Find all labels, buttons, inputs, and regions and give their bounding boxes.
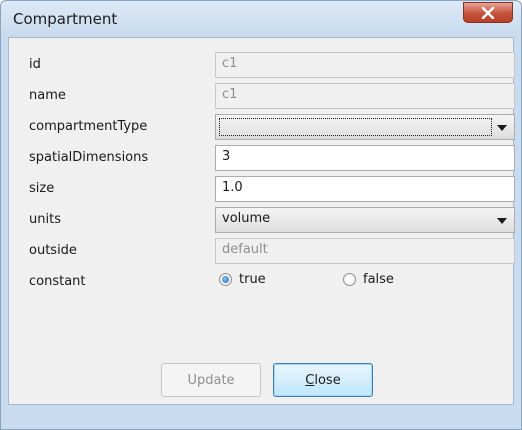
focus-rectangle bbox=[219, 118, 492, 136]
size-field[interactable]: 1.0 bbox=[215, 176, 515, 202]
size-label: size bbox=[29, 181, 55, 196]
name-field: c1 bbox=[215, 83, 515, 109]
close-mnemonic: C bbox=[305, 372, 315, 388]
outside-row: outside default bbox=[29, 238, 515, 264]
outside-label: outside bbox=[29, 243, 77, 258]
window-title: Compartment bbox=[13, 10, 118, 28]
compartment-dialog: Compartment id c1 name c1 compartmentTyp… bbox=[0, 0, 522, 430]
spatial-dimensions-field[interactable]: 3 bbox=[215, 145, 515, 171]
id-label: id bbox=[29, 57, 41, 72]
constant-false-label: false bbox=[363, 272, 394, 287]
chevron-down-icon bbox=[497, 125, 507, 131]
title-bar: Compartment bbox=[1, 1, 521, 37]
id-field: c1 bbox=[215, 52, 515, 78]
constant-true-label: true bbox=[239, 272, 266, 287]
radio-unselected-icon bbox=[343, 273, 356, 286]
dialog-content: id c1 name c1 compartmentType spatialDim… bbox=[8, 37, 515, 405]
constant-row: constant true false bbox=[29, 269, 505, 295]
close-button[interactable]: Close bbox=[273, 363, 373, 397]
units-value: volume bbox=[222, 211, 271, 226]
close-label-rest: lose bbox=[314, 372, 341, 388]
spatial-dimensions-row: spatialDimensions 3 bbox=[29, 145, 515, 171]
spatial-dimensions-label: spatialDimensions bbox=[29, 150, 149, 165]
constant-true-radio[interactable]: true bbox=[219, 272, 266, 287]
chevron-down-icon bbox=[497, 218, 507, 224]
constant-false-radio[interactable]: false bbox=[343, 272, 394, 287]
id-row: id c1 bbox=[29, 52, 515, 78]
compartment-type-select[interactable] bbox=[215, 114, 515, 140]
name-label: name bbox=[29, 88, 66, 103]
compartment-type-row: compartmentType bbox=[29, 114, 515, 140]
update-button[interactable]: Update bbox=[161, 363, 261, 397]
units-select[interactable]: volume bbox=[215, 207, 515, 233]
compartment-type-label: compartmentType bbox=[29, 119, 148, 134]
outside-field: default bbox=[215, 238, 515, 264]
units-row: units volume bbox=[29, 207, 515, 233]
units-label: units bbox=[29, 212, 61, 227]
radio-selected-icon bbox=[219, 273, 232, 286]
close-icon bbox=[481, 6, 495, 19]
constant-label: constant bbox=[29, 274, 86, 289]
window-close-button[interactable] bbox=[463, 2, 513, 23]
size-row: size 1.0 bbox=[29, 176, 515, 202]
name-row: name c1 bbox=[29, 83, 515, 109]
